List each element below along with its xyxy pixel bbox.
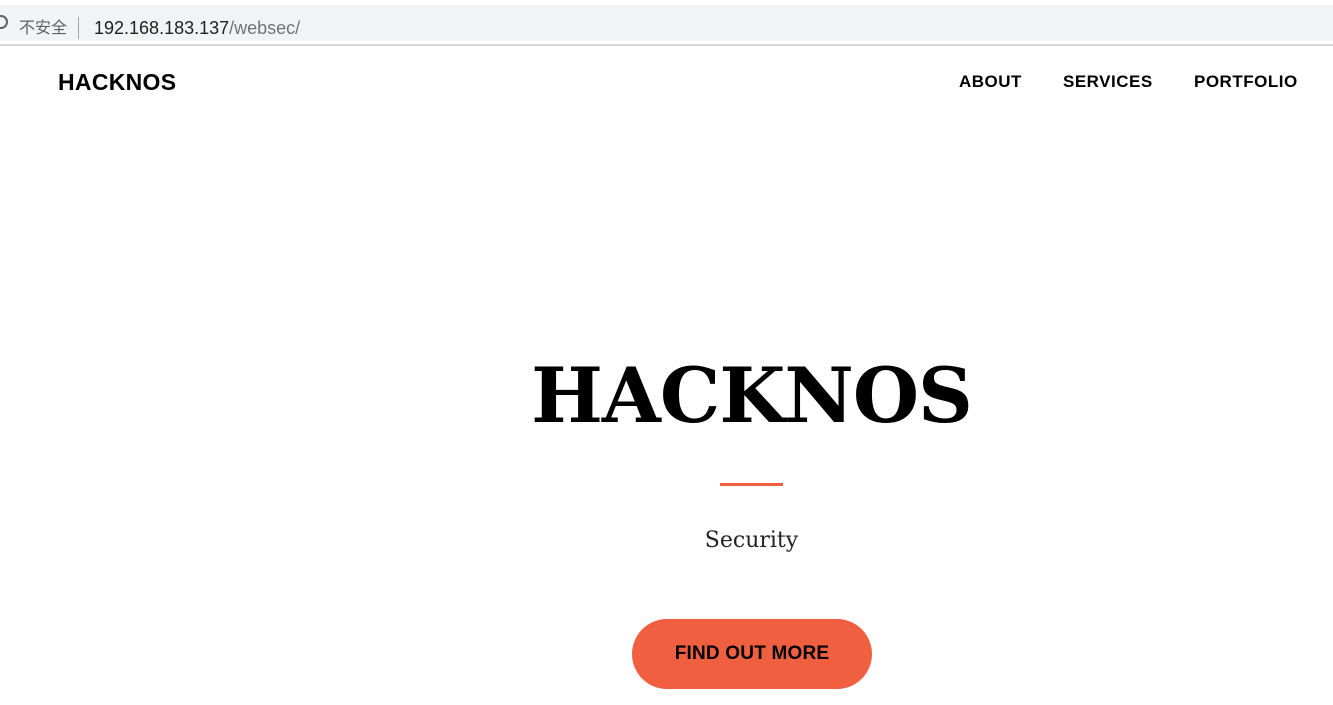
omnibox[interactable]: 不安全 192.168.183.137/websec/ — [0, 5, 1333, 41]
brand-logo-link[interactable]: HACKNOS — [58, 69, 176, 95]
find-out-more-button[interactable]: FIND OUT MORE — [632, 619, 872, 689]
hero-title: HACKNOS — [531, 351, 973, 440]
address-separator — [78, 17, 79, 39]
nav-link-services[interactable]: SERVICES — [1063, 72, 1153, 92]
browser-address-bar: 不安全 192.168.183.137/websec/ — [0, 0, 1333, 46]
url-host: 192.168.183.137 — [94, 18, 230, 38]
url-text[interactable]: 192.168.183.137/websec/ — [94, 17, 300, 39]
site-navbar: HACKNOS ABOUT SERVICES PORTFOLIO — [0, 48, 1333, 116]
url-path: /websec/ — [229, 18, 301, 38]
nav-link-about[interactable]: ABOUT — [959, 72, 1022, 92]
security-status-label[interactable]: 不安全 — [19, 18, 67, 38]
hero-divider — [720, 483, 783, 486]
hero-subtitle: Security — [704, 528, 799, 553]
info-icon[interactable] — [0, 15, 8, 29]
nav-link-portfolio[interactable]: PORTFOLIO — [1194, 72, 1298, 92]
